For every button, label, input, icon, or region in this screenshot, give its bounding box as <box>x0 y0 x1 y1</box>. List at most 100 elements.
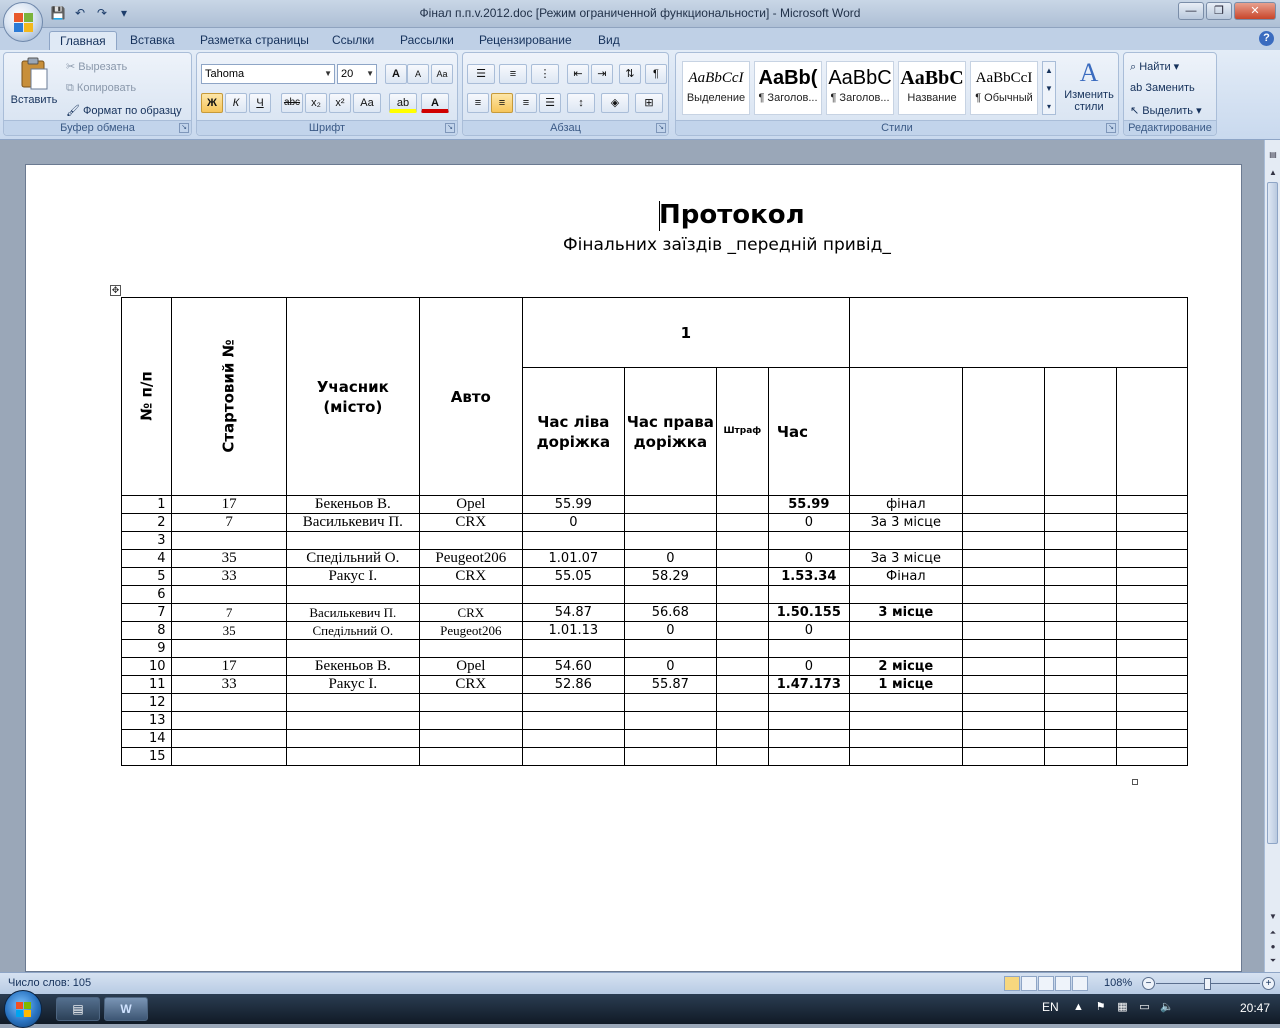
scroll-up-icon[interactable]: ▲ <box>1266 166 1280 180</box>
table-resize-handle[interactable] <box>1132 779 1138 785</box>
cell-empty[interactable] <box>1043 567 1117 586</box>
cell-right[interactable]: 56.68 <box>623 603 717 622</box>
cell-n[interactable]: 7 <box>120 603 173 622</box>
dialog-launcher-icon[interactable]: ↘ <box>445 123 455 133</box>
cell-car[interactable] <box>418 693 523 712</box>
cell-n[interactable]: 3 <box>120 531 173 550</box>
cell-empty[interactable] <box>961 693 1045 712</box>
cell-start[interactable]: 33 <box>171 567 287 586</box>
copy-button[interactable]: ⧉ Копировать <box>66 82 136 95</box>
cell-empty[interactable] <box>961 747 1045 766</box>
cell-penalty[interactable] <box>715 603 769 622</box>
cell-right[interactable] <box>623 531 717 550</box>
cell-time[interactable] <box>767 693 850 712</box>
cell-right[interactable]: 58.29 <box>623 567 717 586</box>
cell-empty[interactable] <box>1043 675 1117 694</box>
cell-empty[interactable] <box>1115 621 1188 640</box>
cell-right[interactable] <box>623 513 717 532</box>
cell-left[interactable]: 1.01.13 <box>521 621 625 640</box>
cell-result[interactable] <box>848 711 963 730</box>
cell-left[interactable]: 52.86 <box>521 675 625 694</box>
cell-empty[interactable] <box>961 585 1045 604</box>
cell-empty[interactable] <box>961 567 1045 586</box>
change-styles-button[interactable]: A Изменить стили <box>1060 57 1118 113</box>
cell-penalty[interactable] <box>715 729 769 748</box>
cell-n[interactable]: 14 <box>120 729 173 748</box>
taskbar-word[interactable]: W <box>104 997 148 1021</box>
previous-page-icon[interactable]: ⏶ <box>1266 926 1280 940</box>
cell-car[interactable]: Opel <box>418 495 523 514</box>
cell-empty[interactable] <box>1043 693 1117 712</box>
close-button[interactable]: ✕ <box>1234 2 1276 20</box>
cell-empty[interactable] <box>961 495 1045 514</box>
cell-car[interactable] <box>418 585 523 604</box>
cell-name[interactable] <box>285 585 420 604</box>
cell-result[interactable] <box>848 639 963 658</box>
cell-name[interactable] <box>285 639 420 658</box>
cell-n[interactable]: 5 <box>120 567 173 586</box>
scroll-down-icon[interactable]: ▼ <box>1266 910 1280 924</box>
cell-time[interactable]: 0 <box>767 621 850 640</box>
vertical-scrollbar[interactable]: ▤ ▲ ▼ ⏶ ● ⏷ <box>1264 140 1280 972</box>
cell-result[interactable]: 3 місце <box>848 603 963 622</box>
cell-start[interactable] <box>171 531 287 550</box>
cell-empty[interactable] <box>1043 639 1117 658</box>
bold-button[interactable]: Ж <box>201 93 223 113</box>
cell-time[interactable]: 1.53.34 <box>767 567 850 586</box>
cell-empty[interactable] <box>1043 747 1117 766</box>
cell-empty[interactable] <box>1115 711 1188 730</box>
align-center-button[interactable]: ≡ <box>491 93 513 113</box>
cell-n[interactable]: 15 <box>120 747 173 766</box>
ruler-toggle-icon[interactable]: ▤ <box>1266 148 1280 162</box>
outline-view-icon[interactable] <box>1055 976 1071 991</box>
cell-n[interactable]: 6 <box>120 585 173 604</box>
cell-penalty[interactable] <box>715 513 769 532</box>
cell-n[interactable]: 13 <box>120 711 173 730</box>
cell-time[interactable]: 0 <box>767 657 850 676</box>
cell-time[interactable] <box>767 531 850 550</box>
cell-result[interactable] <box>848 585 963 604</box>
cell-penalty[interactable] <box>715 621 769 640</box>
cell-start[interactable]: 33 <box>171 675 287 694</box>
underline-button[interactable]: Ч <box>249 93 271 113</box>
cell-name[interactable]: Ракус І. <box>285 567 420 586</box>
taskbar-explorer[interactable]: ▤ <box>56 997 100 1021</box>
cell-left[interactable]: 54.60 <box>521 657 625 676</box>
cell-left[interactable] <box>521 711 625 730</box>
cell-right[interactable] <box>623 693 717 712</box>
cell-car[interactable] <box>418 639 523 658</box>
cell-car[interactable]: Opel <box>418 657 523 676</box>
cell-empty[interactable] <box>1115 747 1188 766</box>
cell-empty[interactable] <box>1043 549 1117 568</box>
select-button[interactable]: ↖ Выделить ▾ <box>1130 104 1202 117</box>
cell-penalty[interactable] <box>715 657 769 676</box>
cell-time[interactable] <box>767 639 850 658</box>
cell-result[interactable] <box>848 693 963 712</box>
style-normal[interactable]: AaBbCcI ¶ Обычный <box>970 61 1038 115</box>
zoom-level[interactable]: 108% <box>1104 977 1132 989</box>
cell-right[interactable]: 0 <box>623 657 717 676</box>
cell-car[interactable]: CRX <box>418 603 523 622</box>
cell-result[interactable]: За 3 місце <box>848 549 963 568</box>
cell-start[interactable] <box>171 585 287 604</box>
cell-result[interactable] <box>848 621 963 640</box>
font-name-combo[interactable]: Tahoma ▼ <box>201 64 335 84</box>
volume-icon[interactable]: 🔈 <box>1160 1001 1174 1014</box>
superscript-button[interactable]: x² <box>329 93 351 113</box>
zoom-knob[interactable] <box>1204 978 1211 990</box>
cell-empty[interactable] <box>1115 693 1188 712</box>
cell-empty[interactable] <box>961 657 1045 676</box>
cell-car[interactable]: Peugeot206 <box>418 549 523 568</box>
language-indicator[interactable]: EN <box>1042 1000 1059 1014</box>
align-right-button[interactable]: ≡ <box>515 93 537 113</box>
cell-n[interactable]: 4 <box>120 549 173 568</box>
cell-empty[interactable] <box>1115 657 1188 676</box>
cell-empty[interactable] <box>1115 585 1188 604</box>
cell-start[interactable]: 17 <box>171 495 287 514</box>
cell-right[interactable]: 55.87 <box>623 675 717 694</box>
cell-car[interactable]: CRX <box>418 513 523 532</box>
cell-start[interactable] <box>171 639 287 658</box>
tab-review[interactable]: Рецензирование <box>479 31 572 50</box>
cell-right[interactable] <box>623 585 717 604</box>
grow-font-button[interactable]: A <box>385 64 407 84</box>
